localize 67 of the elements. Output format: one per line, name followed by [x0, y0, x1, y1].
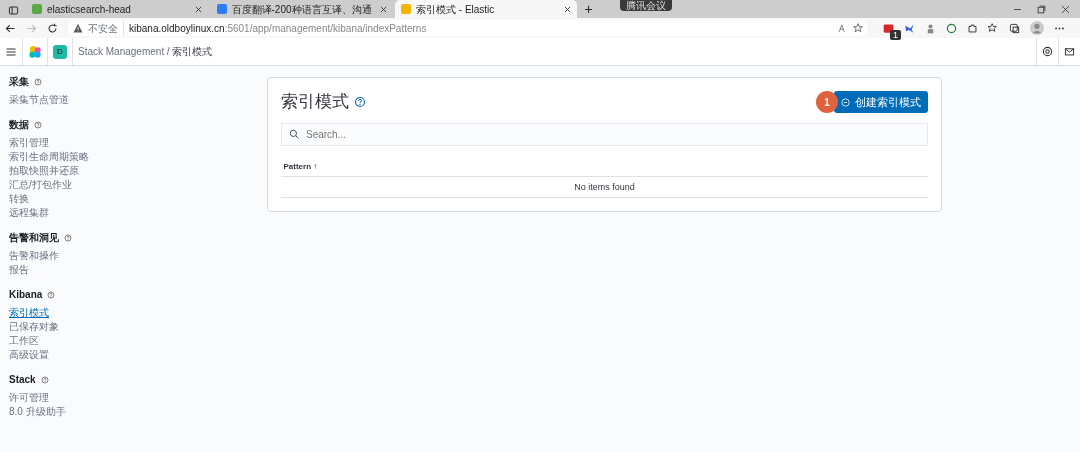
new-tab-button[interactable]: + [584, 1, 593, 16]
help-icon[interactable] [40, 375, 49, 384]
section-title: Kibana [9, 288, 43, 302]
profile-extension-icon[interactable] [946, 22, 957, 34]
profile-avatar-icon[interactable] [1030, 21, 1044, 35]
nav-link[interactable]: 高级设置 [9, 348, 49, 362]
nav-link[interactable]: 8.0 升级助手 [9, 405, 66, 419]
create-index-pattern-button[interactable]: 创建索引模式 [834, 91, 928, 113]
meeting-indicator: 腾讯会议 [620, 0, 672, 11]
nav-link[interactable]: 索引管理 [9, 136, 49, 150]
close-icon[interactable] [195, 5, 202, 13]
warning-icon [73, 23, 83, 33]
nav-link[interactable]: 拍取快照并还原 [9, 164, 79, 178]
reload-icon[interactable] [47, 22, 58, 34]
read-aloud-icon[interactable] [838, 23, 848, 33]
close-icon[interactable] [379, 5, 387, 13]
nav-link[interactable]: 索引生命周期策略 [9, 150, 89, 164]
search-icon [289, 129, 299, 139]
help-icon[interactable] [64, 233, 72, 242]
nav-link[interactable]: 已保存对象 [9, 320, 59, 334]
page-title: 索引模式 [281, 91, 349, 113]
nav-link[interactable]: 远程集群 [9, 206, 49, 220]
browser-tab[interactable]: 索引模式 - Elastic [395, 0, 577, 18]
breadcrumb-separator: / [166, 45, 170, 59]
browser-tab[interactable]: elasticsearch-head [26, 0, 208, 18]
extension-icon[interactable] [883, 22, 894, 34]
tab-actions-icon[interactable] [7, 4, 19, 16]
address-field[interactable]: 不安全 kibana.oldboylinux.cn:5601/app/management/kibana/indexPatterns [68, 20, 868, 36]
breadcrumb[interactable]: Stack Management [78, 44, 165, 59]
figure-icon[interactable] [925, 22, 936, 34]
help-icon[interactable] [34, 120, 42, 129]
elastic-logo-icon[interactable] [28, 44, 42, 59]
close-icon[interactable] [1061, 4, 1070, 14]
help-icon[interactable] [47, 290, 56, 299]
menu-icon[interactable] [5, 45, 17, 58]
column-header[interactable]: Pattern ↑ [283, 161, 318, 173]
close-icon[interactable] [564, 5, 571, 13]
section-title: 告警和洞见 [9, 231, 59, 245]
restore-icon[interactable] [1037, 4, 1046, 14]
nav-link[interactable]: 索引模式 [9, 306, 49, 320]
help-icon[interactable] [34, 77, 42, 86]
nav-link[interactable]: 许可管理 [9, 391, 49, 405]
tab-favicon [32, 4, 42, 14]
extension-badge: 1 [890, 29, 901, 40]
favorite-star-icon[interactable] [853, 23, 863, 33]
browser-tab[interactable]: 百度翻译-200种语言互译、沟通 [210, 0, 393, 18]
tab-favicon [401, 4, 411, 14]
mail-icon[interactable] [1064, 46, 1075, 57]
section-title: 数据 [9, 118, 29, 132]
tab-favicon [216, 4, 227, 14]
section-title: Stack [9, 373, 36, 387]
nav-link[interactable]: 汇总/打包作业 [9, 178, 72, 192]
nav-link[interactable]: 告警和操作 [9, 249, 59, 263]
help-icon[interactable] [354, 96, 366, 108]
nav-link[interactable]: 报告 [9, 263, 29, 277]
favorites-icon[interactable] [988, 22, 999, 34]
nav-link[interactable]: 工作区 [9, 334, 39, 348]
step-badge: 1 [816, 91, 838, 113]
nav-link[interactable]: 转换 [9, 192, 29, 206]
section-title: 采集 [9, 75, 29, 89]
space-avatar[interactable]: D [53, 44, 67, 59]
nav-link[interactable]: 采集节点管道 [9, 93, 69, 107]
breadcrumb: 索引模式 [171, 45, 212, 59]
search-field[interactable]: Search... [281, 123, 928, 146]
collections-icon[interactable] [1009, 22, 1020, 34]
empty-message: No items found [574, 182, 635, 192]
back-arrow-icon[interactable] [5, 22, 16, 34]
